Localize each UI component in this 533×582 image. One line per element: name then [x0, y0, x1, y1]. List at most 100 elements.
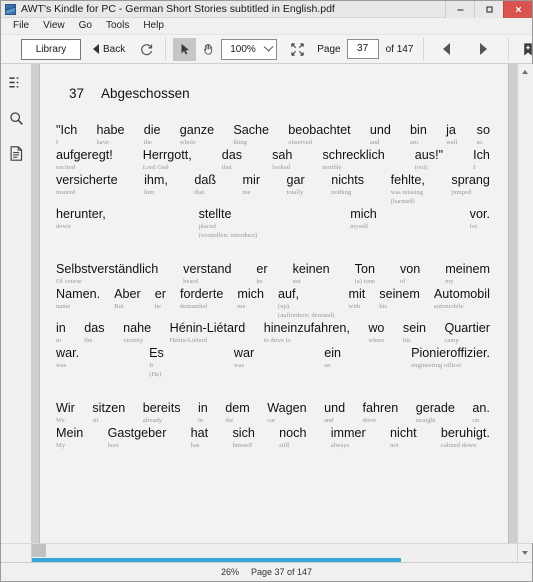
page-number-input[interactable]: 37 [346, 39, 379, 59]
refresh-button[interactable] [135, 38, 158, 61]
word-pair[interactable]: forderte demanded [180, 287, 223, 311]
word-pair[interactable]: Sache thing [233, 123, 269, 147]
word-pair[interactable]: herunter, down [56, 207, 106, 231]
word-pair[interactable]: die the [144, 123, 161, 147]
word-pair[interactable]: Ich I [473, 148, 490, 172]
word-pair[interactable]: beobachtet observed [288, 123, 350, 147]
word-pair[interactable]: ganze whole [180, 123, 214, 147]
menu-item-help[interactable]: Help [136, 18, 171, 34]
word-pair[interactable]: Pionieroffizier. engineering officer [411, 346, 490, 370]
word-pair[interactable]: war was [234, 346, 254, 370]
word-pair[interactable]: keinen not [293, 262, 330, 286]
word-pair[interactable]: mich me [237, 287, 264, 311]
word-pair[interactable]: vor. for [470, 207, 490, 231]
word-pair[interactable]: hineinzufahren, to drive to [264, 321, 350, 345]
word-pair[interactable]: Wagen car [267, 401, 306, 425]
word-pair[interactable]: Herrgott, Lord God [143, 148, 192, 172]
next-page-button[interactable] [472, 38, 495, 61]
word-pair[interactable]: beruhigt. calmed down [441, 426, 490, 450]
word-pair[interactable]: er he [256, 262, 267, 286]
word-pair[interactable]: aufgeregt! excited [56, 148, 113, 172]
word-pair[interactable]: so so [477, 123, 490, 147]
word-pair[interactable]: fahren drive [363, 401, 399, 425]
word-pair[interactable]: und and [370, 123, 391, 147]
hand-tool-button[interactable] [196, 38, 219, 61]
close-button[interactable] [503, 0, 532, 18]
scroll-up-button[interactable] [517, 64, 533, 79]
word-pair[interactable]: mich myself [350, 207, 377, 231]
vertical-scrollbar[interactable] [517, 64, 533, 543]
word-pair[interactable]: sah looked [272, 148, 292, 172]
word-pair[interactable]: daß that [194, 173, 216, 197]
word-pair[interactable]: Selbstverständlich Of course [56, 262, 158, 286]
word-pair[interactable]: aus!" (out) [415, 148, 443, 172]
word-pair[interactable]: in in [198, 401, 208, 425]
sidebar-item-contents[interactable] [6, 73, 26, 93]
menu-item-go[interactable]: Go [72, 18, 99, 34]
word-pair[interactable]: Automobil automobile [434, 287, 490, 311]
word-pair[interactable]: an. on [472, 401, 490, 425]
word-pair[interactable]: Aber But [114, 287, 141, 311]
word-pair[interactable]: schrecklich terrible [322, 148, 384, 172]
menu-item-view[interactable]: View [36, 18, 72, 34]
word-pair[interactable]: war. was [56, 346, 79, 370]
word-pair[interactable]: nicht not [390, 426, 417, 450]
word-pair[interactable]: "Ich I [56, 123, 77, 147]
select-tool-button[interactable] [173, 37, 197, 61]
word-pair[interactable]: das that [222, 148, 242, 172]
word-pair[interactable]: fehlte, was missing (harmed) [391, 173, 425, 206]
maximize-button[interactable] [474, 0, 503, 18]
bookmark-button[interactable] [516, 38, 533, 61]
word-pair[interactable]: von of [400, 262, 420, 286]
word-pair[interactable]: ja well [446, 123, 457, 147]
word-pair[interactable]: bin am [410, 123, 427, 147]
menu-item-file[interactable]: File [6, 18, 36, 34]
fit-page-button[interactable] [286, 38, 309, 61]
word-pair[interactable]: versicherte insured [56, 173, 118, 197]
word-pair[interactable]: ein an [324, 346, 341, 370]
word-pair[interactable]: Es It (He) [149, 346, 164, 379]
horizontal-scroll-track[interactable] [32, 544, 517, 562]
minimize-button[interactable] [445, 0, 474, 18]
word-pair[interactable]: Ton (a) tone [355, 262, 375, 286]
sidebar-item-search[interactable] [6, 108, 26, 128]
word-pair[interactable]: seinem his [379, 287, 420, 311]
menu-item-tools[interactable]: Tools [99, 18, 136, 34]
word-pair[interactable]: nichts nothing [331, 173, 364, 197]
previous-page-button[interactable] [435, 38, 458, 61]
word-pair[interactable]: auf, (up) (auffordern; demand) [278, 287, 334, 320]
word-pair[interactable]: verstand heard [183, 262, 231, 286]
library-button[interactable]: Library [21, 38, 81, 60]
vertical-scroll-track[interactable] [517, 79, 533, 543]
word-pair[interactable]: sich himself [232, 426, 254, 450]
word-pair[interactable]: Namen. name [56, 287, 100, 311]
word-pair[interactable]: sprang jumped [451, 173, 490, 197]
pdf-page[interactable]: 37 Abgeschossen "Ich Ihabe have die the ganze… [39, 64, 509, 543]
horizontal-scroll-thumb[interactable] [32, 544, 46, 557]
word-pair[interactable]: ihm, him [144, 173, 168, 197]
back-button[interactable]: Back [93, 44, 125, 55]
word-pair[interactable]: Wir We [56, 401, 75, 425]
word-pair[interactable]: bereits already [143, 401, 181, 425]
word-pair[interactable]: hat has [191, 426, 209, 450]
word-pair[interactable]: Gastgeber host [108, 426, 167, 450]
word-pair[interactable]: Mein My [56, 426, 83, 450]
word-pair[interactable]: nahe vicinity [123, 321, 151, 345]
zoom-level-select[interactable]: 100% [221, 38, 278, 60]
word-pair[interactable]: Hénin-Liétard Hénin-Liétard [170, 321, 246, 345]
word-pair[interactable]: immer always [331, 426, 366, 450]
hscroll-down-button[interactable] [517, 544, 532, 562]
word-pair[interactable]: dem the [225, 401, 250, 425]
word-pair[interactable]: mir me [243, 173, 260, 197]
word-pair[interactable]: meinem my [445, 262, 490, 286]
word-pair[interactable]: sitzen sit [92, 401, 125, 425]
word-pair[interactable]: in in [56, 321, 66, 345]
word-pair[interactable]: das the [84, 321, 104, 345]
word-pair[interactable]: sein his [403, 321, 426, 345]
word-pair[interactable]: und and [324, 401, 345, 425]
word-pair[interactable]: stellte placed (vorstellen; introduce) [199, 207, 258, 240]
word-pair[interactable]: wo where [368, 321, 384, 345]
word-pair[interactable]: mit with [348, 287, 365, 311]
word-pair[interactable]: habe have [97, 123, 125, 147]
word-pair[interactable]: noch still [279, 426, 306, 450]
